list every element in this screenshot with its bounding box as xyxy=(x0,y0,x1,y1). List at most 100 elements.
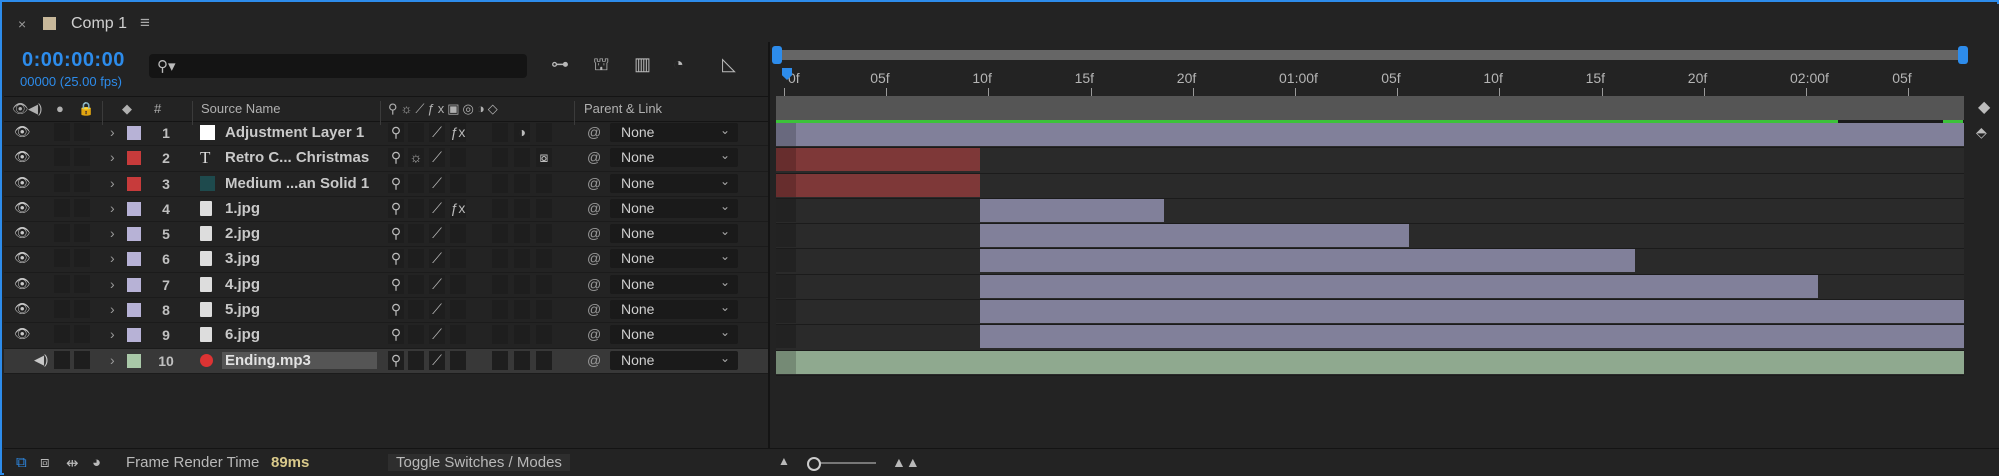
adjustment-layer-switch[interactable] xyxy=(514,148,530,168)
adjustment-layer-switch[interactable] xyxy=(514,300,530,320)
effects-switch[interactable] xyxy=(450,224,466,244)
pick-whip-icon[interactable]: @ xyxy=(587,225,601,241)
shy-switch[interactable]: ⚲ xyxy=(388,148,404,168)
pick-whip-icon[interactable]: @ xyxy=(587,250,601,266)
effects-switch[interactable]: ƒx xyxy=(450,123,466,142)
collapse-switch[interactable] xyxy=(408,198,424,218)
3d-layer-switch[interactable] xyxy=(536,224,552,244)
lock-toggle[interactable] xyxy=(74,173,90,192)
solo-toggle[interactable] xyxy=(54,123,70,141)
shy-layers-icon[interactable]: ⛫ xyxy=(593,54,610,78)
layer-row[interactable]: 👁 › 1 Adjustment Layer 1 ⚲ ⟋ ƒx ◑ @ None ⌄ xyxy=(4,121,768,147)
collapse-switch[interactable] xyxy=(408,350,424,370)
adjustment-layer-switch[interactable] xyxy=(514,325,530,345)
parent-dropdown[interactable]: None ⌄ xyxy=(610,123,738,142)
layer-name[interactable]: 2.jpg xyxy=(225,225,377,242)
layer-label-color[interactable] xyxy=(127,176,141,191)
time-navigator-end-handle[interactable] xyxy=(1958,46,1968,64)
parent-dropdown[interactable]: None ⌄ xyxy=(610,350,738,370)
layer-track[interactable] xyxy=(776,173,1964,199)
layer-duration-bar[interactable] xyxy=(980,224,1410,248)
pick-whip-icon[interactable]: @ xyxy=(587,326,601,342)
pick-whip-icon[interactable]: @ xyxy=(587,124,601,140)
video-column-icon[interactable]: 👁 xyxy=(12,101,29,117)
adjustment-layer-switch[interactable] xyxy=(514,224,530,244)
parent-dropdown[interactable]: None ⌄ xyxy=(610,198,738,218)
panel-menu-icon[interactable]: ≡ xyxy=(140,13,150,33)
3d-layer-switch[interactable] xyxy=(536,198,552,218)
shy-switch[interactable]: ⚲ xyxy=(388,300,404,320)
close-tab-icon[interactable]: × xyxy=(18,16,26,32)
lock-toggle[interactable] xyxy=(74,123,90,141)
layer-name[interactable]: Medium ...an Solid 1 xyxy=(225,175,377,192)
collapse-switch[interactable] xyxy=(408,123,424,142)
adjustment-layer-switch[interactable] xyxy=(514,350,530,370)
audio-enabled-icon[interactable]: ◀) xyxy=(34,352,48,368)
solo-toggle[interactable] xyxy=(54,325,70,344)
parent-dropdown[interactable]: None ⌄ xyxy=(610,173,738,193)
zoom-in-icon[interactable]: ▲▲ xyxy=(892,454,920,470)
quality-switch[interactable]: ⟋ xyxy=(429,300,445,320)
effects-switch[interactable] xyxy=(450,350,466,370)
visibility-eye-icon[interactable]: 👁 xyxy=(14,301,31,317)
shy-switch[interactable]: ⚲ xyxy=(388,325,404,345)
shy-switch[interactable]: ⚲ xyxy=(388,198,404,218)
solo-toggle[interactable] xyxy=(54,224,70,243)
effects-switch[interactable] xyxy=(450,325,466,345)
layer-duration-bar[interactable] xyxy=(776,173,981,197)
layer-name[interactable]: Ending.mp3 xyxy=(222,351,377,369)
layer-track[interactable] xyxy=(776,325,1964,351)
comp-button-icon[interactable]: ⬘ xyxy=(1976,124,1987,141)
lock-toggle[interactable] xyxy=(74,325,90,344)
motion-blur-switch[interactable] xyxy=(492,224,508,244)
layer-name[interactable]: 6.jpg xyxy=(225,326,377,343)
quality-switch[interactable]: ⟋ xyxy=(429,274,445,294)
lock-toggle[interactable] xyxy=(74,350,90,369)
expand-chevron-icon[interactable]: › xyxy=(110,276,115,292)
layer-duration-bar[interactable] xyxy=(776,350,1964,374)
collapse-switch[interactable] xyxy=(408,274,424,294)
work-area-bar[interactable] xyxy=(776,96,1964,120)
layer-label-color[interactable] xyxy=(127,227,141,242)
layer-label-color[interactable] xyxy=(127,126,141,140)
number-column-header[interactable]: # xyxy=(154,101,161,116)
layer-track[interactable] xyxy=(776,148,1964,174)
motion-blur-switch[interactable] xyxy=(492,123,508,142)
layer-label-color[interactable] xyxy=(127,151,141,166)
shy-switch[interactable]: ⚲ xyxy=(388,274,404,294)
switches-column-icons[interactable]: ⚲☼⟋ƒx▣◎◑◇ xyxy=(388,101,501,117)
solo-toggle[interactable] xyxy=(54,350,70,369)
expand-chevron-icon[interactable]: › xyxy=(110,225,115,241)
quality-switch[interactable]: ⟋ xyxy=(429,173,445,193)
3d-layer-switch[interactable] xyxy=(536,249,552,269)
effects-switch[interactable] xyxy=(450,249,466,269)
motion-blur-icon[interactable]: ◔ xyxy=(673,54,684,75)
expand-chevron-icon[interactable]: › xyxy=(110,124,115,140)
parent-dropdown[interactable]: None ⌄ xyxy=(610,249,738,269)
zoom-slider-handle[interactable] xyxy=(807,457,821,471)
layer-row[interactable]: 👁 › 9 6.jpg ⚲ ⟋ @ None ⌄ xyxy=(4,323,768,349)
parent-dropdown[interactable]: None ⌄ xyxy=(610,274,738,294)
motion-blur-switch[interactable] xyxy=(492,198,508,218)
layer-search-field[interactable]: ⚲▾ xyxy=(149,54,527,78)
transfer-controls-toggle-icon[interactable]: ⧈ xyxy=(40,454,50,471)
collapse-switch[interactable]: ☼ xyxy=(408,148,424,168)
layer-duration-bar[interactable] xyxy=(980,325,1964,349)
effects-switch[interactable] xyxy=(450,274,466,294)
composition-flowchart-icon[interactable]: ⊶ xyxy=(551,54,569,75)
adjustment-layer-switch[interactable] xyxy=(514,249,530,269)
quality-switch[interactable]: ⟋ xyxy=(429,249,445,269)
shy-switch[interactable]: ⚲ xyxy=(388,173,404,193)
effects-switch[interactable]: ƒx xyxy=(450,198,466,218)
layer-name[interactable]: Adjustment Layer 1 xyxy=(225,124,377,141)
pick-whip-icon[interactable]: @ xyxy=(587,149,601,165)
lock-toggle[interactable] xyxy=(74,274,90,293)
visibility-eye-icon[interactable]: 👁 xyxy=(14,149,31,165)
adjustment-layer-switch[interactable] xyxy=(514,173,530,193)
3d-layer-switch[interactable] xyxy=(536,350,552,370)
layer-row[interactable]: 👁 › 8 5.jpg ⚲ ⟋ @ None ⌄ xyxy=(4,298,768,324)
layer-row[interactable]: 👁 › 6 3.jpg ⚲ ⟋ @ None ⌄ xyxy=(4,247,768,273)
parent-link-column-header[interactable]: Parent & Link xyxy=(584,101,662,116)
render-time-toggle-icon[interactable]: ◕ xyxy=(92,454,101,471)
visibility-eye-icon[interactable]: 👁 xyxy=(14,225,31,241)
